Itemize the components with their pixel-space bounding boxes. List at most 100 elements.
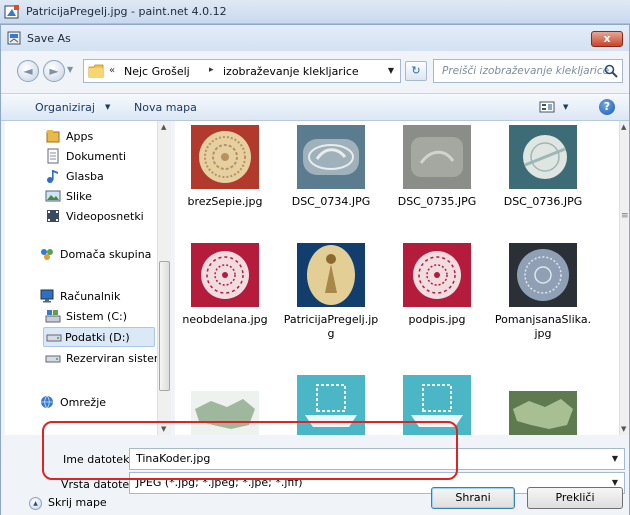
nav-pane-scrollbar[interactable]: ▲ ▼ [157,121,171,435]
chevron-down-icon[interactable]: ▼ [388,66,394,75]
help-icon[interactable]: ? [599,99,615,115]
sidebar-item-drive-d[interactable]: Podatki (D:) [43,327,155,347]
sidebar-item-label: Podatki (D:) [65,331,130,344]
file-item[interactable]: PatricijaPregelj.jp g [281,243,381,343]
file-thumbnail [297,243,365,307]
new-folder-button[interactable]: Nova mapa [134,101,197,114]
file-thumbnail [191,125,259,189]
recent-locations-icon[interactable]: ▼ [67,65,73,74]
back-button[interactable]: ◄ [17,60,39,82]
file-name-wrap: jpg [534,327,552,340]
collapse-up-icon: ▲ [29,497,42,510]
sidebar-item-network[interactable]: Omrežje [39,393,171,413]
cancel-button[interactable]: Prekliči [527,487,623,509]
save-button[interactable]: Shrani [431,487,515,509]
filename-field[interactable]: TinaKoder.jpg ▼ [129,448,625,470]
forward-button[interactable]: ► [43,60,65,82]
file-list-scrollbar[interactable]: ▲ ≡ ▼ [619,121,629,435]
file-thumbnail [509,391,577,435]
filetype-value: JPEG (*.jpg; *.jpeg; *.jpe; *.jfif) [136,476,303,489]
file-item[interactable] [387,375,487,435]
search-input[interactable]: Preišči izobraževanje klekljarice [433,59,623,83]
sidebar-item-computer[interactable]: Računalnik [39,287,171,307]
music-icon [47,170,58,183]
hide-folders-label: Skrij mape [48,496,107,509]
apps-icon [46,130,60,143]
scroll-down-icon[interactable]: ▼ [621,425,626,433]
file-item[interactable] [175,375,275,435]
chevron-down-icon[interactable]: ▼ [563,103,568,111]
sidebar-item-videos[interactable]: Videoposnetki [45,207,171,227]
chevron-down-icon[interactable]: ▼ [612,478,618,487]
close-button[interactable]: x [591,31,623,47]
videos-icon [47,210,59,222]
sidebar-item-label: Slike [66,190,92,203]
filename-value: TinaKoder.jpg [136,452,211,465]
sidebar-item-drive-c[interactable]: Sistem (C:) [45,307,171,327]
file-item[interactable]: DSC_0736.JPG [493,125,593,225]
sidebar-item-pictures[interactable]: Slike [45,187,171,207]
file-name: podpis.jpg [408,313,466,326]
file-item[interactable] [493,375,593,435]
chevron-down-icon[interactable]: ▼ [612,454,618,463]
sidebar-item-homegroup[interactable]: Domača skupina [39,245,171,265]
close-icon: x [603,32,611,45]
dialog-titlebar: Save As x [1,25,629,51]
file-item[interactable]: podpis.jpg [387,243,487,343]
file-thumbnail [191,391,259,435]
sidebar-item-label: Glasba [66,170,104,183]
scrollbar-thumb[interactable] [159,261,170,391]
file-name: DSC_0734.JPG [291,195,371,208]
app-titlebar: PatricijaPregelj.jpg - paint.net 4.0.12 [0,0,630,24]
file-thumbnail [509,125,577,189]
file-item[interactable]: brezSepie.jpg [175,125,275,225]
network-icon [41,395,53,409]
homegroup-icon [41,249,53,260]
file-thumbnail [297,375,365,435]
view-options-icon[interactable] [539,100,555,114]
file-item[interactable]: neobdelana.jpg [175,243,275,343]
breadcrumb-overflow-icon[interactable]: « [109,65,115,76]
file-thumbnail [403,375,471,435]
file-list: brezSepie.jpg DSC_0734.JPG DSC_0735.JPG … [175,121,629,435]
file-item[interactable]: DSC_0735.JPG [387,125,487,225]
search-icon[interactable] [604,64,618,78]
back-arrow-icon: ◄ [23,64,33,78]
breadcrumb-item[interactable]: Nejc Grošelj [124,65,190,78]
folder-icon [88,64,104,78]
refresh-button[interactable]: ↻ [405,61,427,81]
sidebar-item-apps[interactable]: Apps [45,127,171,147]
chevron-down-icon[interactable]: ▼ [105,103,110,111]
address-bar[interactable]: « Nejc Grošelj ▸ izobraževanje klekljari… [83,59,401,83]
address-row: ◄ ► ▼ « Nejc Grošelj ▸ izobraževanje kle… [1,57,629,87]
sidebar-item-label: Apps [66,130,94,143]
scroll-down-icon[interactable]: ▼ [161,425,166,433]
file-name: neobdelana.jpg [182,313,268,326]
scroll-up-icon[interactable]: ▲ [621,123,626,131]
breadcrumb-item[interactable]: izobraževanje klekljarice [223,65,359,78]
search-placeholder: Preišči izobraževanje klekljarice [442,65,610,77]
file-name: PatricijaPregelj.jp [283,313,379,326]
organize-menu[interactable]: Organiziraj [35,101,95,114]
file-item[interactable]: PomanjsanaSlika. jpg [493,243,593,343]
computer-icon [40,289,54,303]
drive-reserved-icon [45,355,61,363]
paintnet-icon [4,5,19,19]
file-name: PomanjsanaSlika. [494,313,592,326]
sidebar-item-music[interactable]: Glasba [45,167,171,187]
file-item[interactable] [281,375,381,435]
save-as-dialog: Save As x ◄ ► ▼ « Nejc Grošelj ▸ izobraž… [0,24,630,515]
sidebar-item-label: Omrežje [60,396,107,409]
save-dialog-icon [7,31,21,45]
sidebar-item-documents[interactable]: Dokumenti [45,147,171,167]
breadcrumb-separator-icon[interactable]: ▸ [209,65,214,75]
file-name: DSC_0736.JPG [503,195,583,208]
forward-arrow-icon: ► [49,64,59,78]
sidebar-item-label: Računalnik [60,290,121,303]
file-thumbnail [191,243,259,307]
sidebar-item-reserved[interactable]: Rezerviran sistem [45,349,171,369]
scroll-up-icon[interactable]: ▲ [161,123,166,131]
pictures-icon [45,190,61,202]
file-item[interactable]: DSC_0734.JPG [281,125,381,225]
scrollbar-grip-icon[interactable]: ≡ [621,211,629,221]
